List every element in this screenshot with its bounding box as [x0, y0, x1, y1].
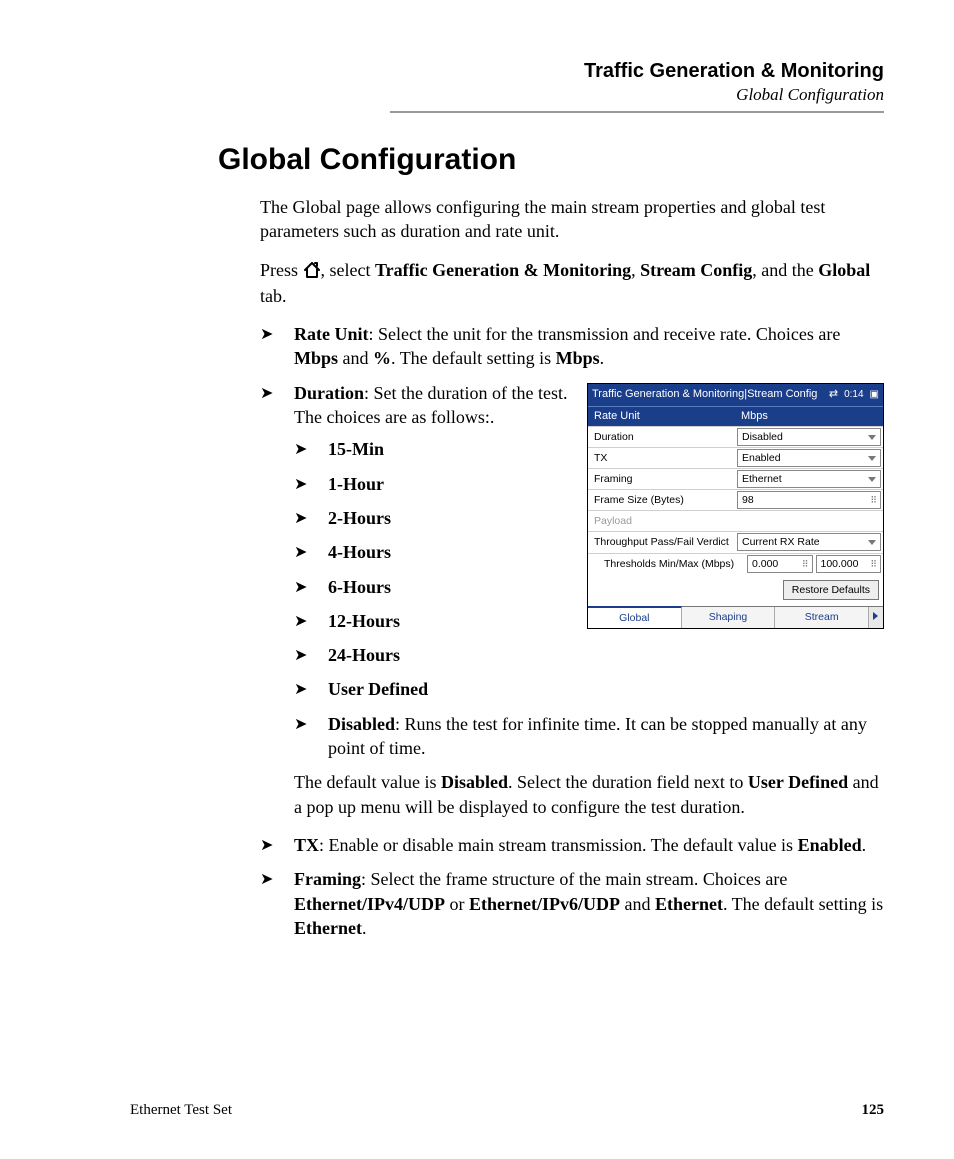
choice-user-defined: User Defined — [294, 677, 884, 701]
section-subtitle: Global Configuration — [390, 85, 884, 105]
item-tx: TX: Enable or disable main stream transm… — [260, 833, 884, 857]
ui-title: Traffic Generation & Monitoring|Stream C… — [592, 387, 817, 402]
choice-15-min: 15-Min — [294, 437, 884, 461]
page-header: Traffic Generation & Monitoring Global C… — [390, 60, 884, 113]
choice-1-hour: 1-Hour — [294, 472, 884, 496]
chapter-title: Traffic Generation & Monitoring — [390, 60, 884, 83]
duration-default-note: The default value is Disabled. Select th… — [294, 770, 884, 819]
choice-24-hours: 24-Hours — [294, 643, 884, 667]
choice-disabled: Disabled: Runs the test for infinite tim… — [294, 712, 884, 761]
intro-paragraph: The Global page allows configuring the m… — [260, 195, 884, 244]
ui-titlebar: Traffic Generation & Monitoring|Stream C… — [588, 384, 883, 406]
page-footer: Ethernet Test Set 125 — [130, 1102, 884, 1119]
ui-head-row: Rate Unit Mbps — [588, 406, 883, 426]
ui-head-label: Rate Unit — [588, 407, 735, 426]
ui-head-value: Mbps — [735, 407, 883, 426]
choice-2-hours: 2-Hours — [294, 506, 884, 530]
home-icon — [303, 260, 321, 284]
press-paragraph: Press , select Traffic Generation & Moni… — [260, 258, 884, 309]
footer-title: Ethernet Test Set — [130, 1102, 232, 1119]
choice-12-hours: 12-Hours — [294, 609, 884, 633]
choice-4-hours: 4-Hours — [294, 540, 884, 564]
ui-time: 0:14 — [844, 388, 863, 402]
item-framing: Framing: Select the frame structure of t… — [260, 867, 884, 940]
network-icon: ⇄ — [829, 387, 838, 402]
battery-icon: ▣ — [870, 388, 879, 402]
item-duration: Traffic Generation & Monitoring|Stream C… — [260, 381, 884, 819]
choice-6-hours: 6-Hours — [294, 575, 884, 599]
item-rate-unit: Rate Unit: Select the unit for the trans… — [260, 322, 884, 371]
page-number: 125 — [862, 1102, 885, 1119]
section-title: Global Configuration — [218, 143, 884, 177]
